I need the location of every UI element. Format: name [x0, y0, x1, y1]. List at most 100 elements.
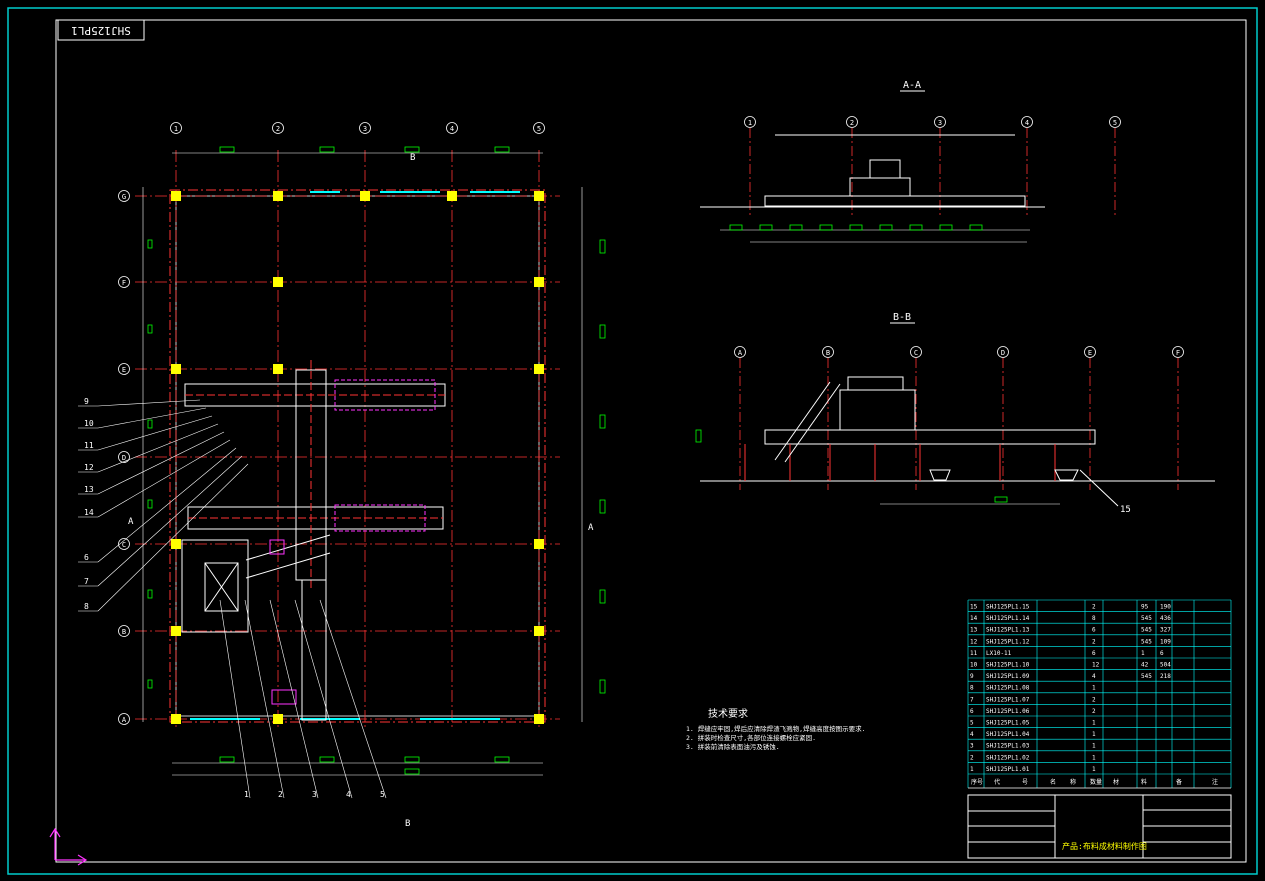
- plan-conveyor-vertical: [295, 360, 327, 721]
- bom-cell-no: 8: [970, 685, 974, 692]
- callout-left-2: 11: [84, 441, 94, 450]
- callout-left-6: 6: [84, 553, 89, 562]
- dim-label-box-r-2: [599, 414, 606, 429]
- dim-label-box-l-4: [147, 589, 153, 599]
- bom-cell-code: SHJ125PL1.15: [986, 604, 1030, 611]
- aa-col-label-3: 4: [1025, 119, 1029, 127]
- bom-cell-w2: 327: [1160, 627, 1171, 634]
- tech-note-3: 3. 拼装前清除表面油污及锈蚀.: [686, 742, 780, 751]
- bom-header-0: 序号: [971, 778, 983, 786]
- callout-leader-4: [97, 431, 225, 495]
- bom-cell-no: 10: [970, 662, 978, 669]
- dim-label-box-r-0: [599, 239, 606, 254]
- bom-cell-qty: 2: [1092, 604, 1096, 611]
- plan-dimensions: [142, 146, 606, 776]
- plan-view: 12345 GFEDCBA B B A A 910111213146781 2 …: [78, 122, 606, 829]
- bom-cell-code: SHJ125PL1.14: [986, 615, 1030, 622]
- bom-row: 1 SHJ125PL1.01 1: [968, 762, 1231, 773]
- inner-frame: [55, 19, 1247, 863]
- bom-cell-no: 7: [970, 696, 974, 703]
- bom-cell-no: 2: [970, 754, 974, 761]
- pier-12: [171, 626, 181, 636]
- plan-grid-column-labels: 1 2 3 4 5: [170, 122, 545, 134]
- pier-3: [447, 191, 457, 201]
- bom-row: 10 SHJ125PL1.10 12 42 504: [968, 657, 1231, 669]
- pier-11: [534, 539, 544, 549]
- section-aa-grid: 1 2 3 4 5: [744, 116, 1121, 215]
- tech-note-2: 2. 拼装时检查尺寸,各部位连接螺栓应紧固.: [686, 733, 816, 742]
- aa-dim-box-0: [729, 224, 743, 231]
- bom-cell-no: 4: [970, 731, 974, 738]
- bom-cell-qty: 1: [1092, 731, 1096, 738]
- dim-label-box-l-1: [147, 324, 153, 334]
- bill-of-materials[interactable]: 15 SHJ125PL1.15 2 95 19014 SHJ125PL1.14 8 545 43…: [967, 599, 1232, 789]
- plan-grid-vertical: [175, 150, 540, 730]
- bom-cell-w1: 95: [1141, 604, 1149, 611]
- dim-label-box-l-5: [147, 679, 153, 689]
- bom-cell-code: SHJ125PL1.09: [986, 673, 1030, 680]
- bom-cell-w1: 545: [1141, 673, 1152, 680]
- dim-label-box-5: [319, 756, 335, 763]
- bom-cell-w2: 190: [1160, 604, 1171, 611]
- cad-drawing-canvas[interactable]: SHJ125PL1 12345 GFEDCBA B B A A 91011121…: [0, 0, 1265, 881]
- bom-row: 5 SHJ125PL1.05 1: [968, 715, 1231, 727]
- bom-cell-w1: 545: [1141, 615, 1152, 622]
- bom-cell-w2: 504: [1160, 662, 1171, 669]
- bom-cell-code: SHJ125PL1.03: [986, 743, 1030, 750]
- bom-cell-qty: 2: [1092, 638, 1096, 645]
- plan-row-label-4: C: [122, 541, 126, 549]
- pier-13: [534, 626, 544, 636]
- bom-cell-qty: 6: [1092, 650, 1096, 657]
- bb-dim-box: [994, 496, 1008, 503]
- callout-bottom-leader-4: [319, 599, 387, 799]
- bom-header-6: 材: [1113, 778, 1119, 786]
- bom-cell-no: 5: [970, 720, 974, 727]
- bom-cell-code: SHJ125PL1.02: [986, 754, 1030, 761]
- plan-col-label-3: 4: [450, 125, 454, 133]
- bom-cell-qty: 4: [1092, 673, 1096, 680]
- outer-frame: [7, 7, 1258, 875]
- pier-0: [171, 191, 181, 201]
- section-aa-title: A-A: [903, 80, 921, 91]
- bom-cell-no: 1: [970, 766, 974, 773]
- plan-col-label-4: 5: [537, 125, 541, 133]
- bom-cell-no: 13: [970, 627, 978, 634]
- pier-6: [534, 277, 544, 287]
- plan-col-label-1: 2: [276, 125, 280, 133]
- bom-cell-no: 6: [970, 708, 974, 715]
- aa-dim-box-6: [909, 224, 923, 231]
- aa-col-label-4: 5: [1113, 119, 1117, 127]
- dim-label-box-0: [219, 146, 235, 153]
- callout-left-0: 9: [84, 397, 89, 406]
- bom-row: 12 SHJ125PL1.12 2 545 109: [968, 634, 1231, 645]
- callout-15: 15: [1120, 505, 1131, 515]
- ucs-icon: [49, 827, 88, 866]
- bom-cell-qty: 6: [1092, 627, 1096, 634]
- bom-header-8: 备: [1176, 778, 1182, 786]
- callout-leader-8: [97, 463, 249, 612]
- title-block-name: 产品:布料成材料制作图: [1062, 841, 1147, 851]
- bom-cell-w1: 545: [1141, 638, 1152, 645]
- callout-left-5: 14: [84, 508, 94, 517]
- dim-label-box-2: [404, 146, 420, 153]
- bom-cell-code: SHJ125PL1.01: [986, 766, 1030, 773]
- bom-header-2: 号: [1022, 779, 1028, 786]
- pier-16: [534, 714, 544, 724]
- dim-label-box-r-3: [599, 499, 606, 514]
- bom-cell-code: SHJ125PL1.08: [986, 685, 1030, 692]
- plan-col-label-0: 1: [174, 125, 178, 133]
- bom-cell-w2: 109: [1160, 638, 1171, 645]
- callout-bottom-leader-2: [269, 599, 319, 799]
- bom-cell-code: LX10-11: [986, 650, 1012, 657]
- aa-dim-box-3: [819, 224, 833, 231]
- bom-row: 13 SHJ125PL1.13 6 545 327: [968, 622, 1231, 634]
- bom-header-7: 料: [1141, 778, 1147, 786]
- bom-row: 15 SHJ125PL1.15 2 95 190: [968, 599, 1231, 611]
- dim-label-box-l-0: [147, 239, 153, 249]
- bom-cell-code: SHJ125PL1.05: [986, 720, 1030, 727]
- section-mark-b-bottom: B: [405, 819, 410, 829]
- callout-bottom-1: 2: [278, 790, 283, 799]
- callout-bottom-4: 5: [380, 790, 385, 799]
- aa-dim-box-7: [939, 224, 953, 231]
- bom-row: 3 SHJ125PL1.03 1: [968, 738, 1231, 750]
